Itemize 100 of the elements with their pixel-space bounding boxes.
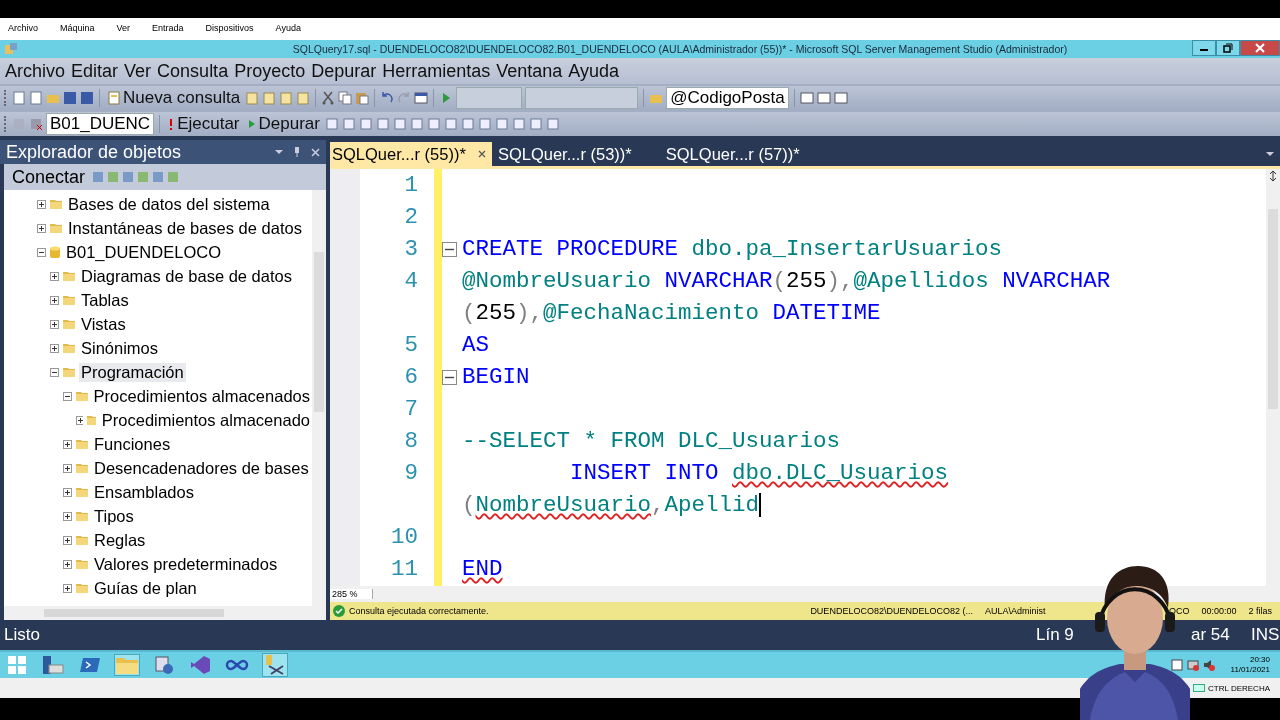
keyboard-icon	[1193, 683, 1206, 693]
tree-item[interactable]: Instantáneas de bases de datos	[66, 218, 304, 238]
window-icon[interactable]	[414, 91, 429, 105]
connect-button[interactable]: Conectar	[12, 166, 86, 188]
zoom-dropdown[interactable]: 285 %	[330, 589, 373, 599]
menu-item[interactable]: Ventana	[496, 60, 563, 82]
pin-icon[interactable]	[293, 146, 301, 158]
close-icon[interactable]	[477, 150, 486, 158]
scrollbar[interactable]	[1266, 169, 1280, 586]
window-icon[interactable]	[799, 91, 814, 105]
menu-item[interactable]: Archivo	[5, 60, 66, 82]
new-query-button[interactable]: Nueva consulta	[105, 88, 243, 108]
collapse-icon[interactable]	[441, 369, 457, 385]
execute-button[interactable]: Ejecutar	[165, 114, 242, 134]
tree-item[interactable]: Vistas	[79, 314, 128, 334]
check-icon	[333, 605, 345, 617]
expander-icon[interactable]	[63, 391, 72, 401]
split-icon[interactable]	[1268, 171, 1278, 181]
line-number: 8	[404, 428, 418, 454]
menu-item[interactable]: Editar	[71, 60, 119, 82]
dropdown-icon[interactable]	[275, 149, 283, 155]
document-tab[interactable]: SQLQuer...r (55))*	[330, 142, 492, 166]
expander-icon[interactable]	[63, 439, 72, 449]
line-indicator: Lín 9	[1036, 625, 1075, 645]
expander-icon[interactable]	[63, 511, 72, 521]
line-number: 9	[404, 460, 418, 486]
minimize-button[interactable]	[1192, 40, 1216, 56]
window-icon[interactable]	[833, 91, 848, 105]
menu-item[interactable]: Ver	[124, 60, 152, 82]
paste-icon[interactable]	[355, 91, 370, 105]
code-line: (NombreUsuario,Apellid	[462, 492, 762, 518]
document-tab[interactable]: SQLQuer...r (53))*	[495, 142, 638, 166]
line-number: 10	[391, 524, 418, 550]
tree-item[interactable]: Guías de plan	[92, 578, 199, 598]
parameter-dropdown[interactable]: @CodigoPosta	[666, 87, 789, 109]
clock-date: 11/01/2021	[1230, 665, 1270, 675]
menu-item[interactable]: Depurar	[311, 60, 377, 82]
tree-item[interactable]: Valores predeterminados	[92, 554, 280, 574]
tree-item[interactable]: B01_DUENDELOCO	[64, 242, 223, 262]
expander-icon[interactable]	[37, 199, 46, 209]
server-icon[interactable]	[41, 655, 65, 675]
expander-icon[interactable]	[63, 487, 72, 497]
play-icon	[246, 117, 257, 131]
network-icon[interactable]	[1186, 659, 1199, 671]
windows-logo-icon[interactable]	[7, 655, 27, 675]
debug-button[interactable]: Depurar	[244, 114, 322, 134]
scrollbar[interactable]	[4, 606, 326, 620]
document-tab[interactable]: SQLQuer...r (57))*	[663, 142, 806, 166]
expander-icon[interactable]	[37, 247, 46, 257]
undo-icon[interactable]	[380, 91, 395, 105]
menu-item[interactable]: Máquina	[60, 23, 95, 33]
menu-item[interactable]: Ayuda	[568, 60, 620, 82]
tree-item[interactable]: Procedimientos almacenados	[91, 386, 312, 406]
menu-item[interactable]: Consulta	[157, 60, 229, 82]
collapse-icon[interactable]	[441, 241, 457, 257]
expander-icon[interactable]	[63, 535, 72, 545]
tree-item[interactable]: Procedimientos almacenado	[99, 410, 312, 430]
menu-item[interactable]: Entrada	[152, 23, 184, 33]
copy-icon[interactable]	[338, 91, 353, 105]
database-dropdown[interactable]: B01_DUENC	[46, 113, 155, 135]
tree-item[interactable]: Ensamblados	[92, 482, 196, 502]
tree-item[interactable]: Sinónimos	[79, 338, 161, 358]
visual-studio-icon[interactable]	[189, 655, 211, 675]
expander-icon[interactable]	[50, 367, 59, 377]
expander-icon[interactable]	[37, 223, 46, 233]
menu-item[interactable]: Dispositivos	[205, 23, 254, 33]
scissors-icon[interactable]	[321, 91, 336, 105]
tray-icon[interactable]	[1170, 659, 1183, 671]
expander-icon[interactable]	[63, 463, 72, 473]
menu-item[interactable]: Herramientas	[382, 60, 491, 82]
tree-item[interactable]: Desencadenadores de bases	[92, 458, 311, 478]
expander-icon[interactable]	[50, 319, 59, 329]
close-button[interactable]	[1240, 40, 1280, 56]
expander-icon[interactable]	[63, 583, 72, 593]
scrollbar[interactable]	[312, 190, 326, 606]
tree-item[interactable]: Tipos	[92, 506, 136, 526]
expander-icon[interactable]	[50, 295, 59, 305]
expander-icon[interactable]	[50, 343, 59, 353]
expander-icon[interactable]	[63, 559, 72, 569]
dropdown-icon[interactable]	[1266, 152, 1274, 157]
disconnect-icon[interactable]	[29, 117, 43, 131]
menu-item[interactable]: Archivo	[8, 23, 38, 33]
code-line: END	[462, 556, 503, 582]
expander-icon[interactable]	[50, 271, 59, 281]
tree-item[interactable]: Reglas	[92, 530, 148, 550]
tree-item[interactable]: Funciones	[92, 434, 173, 454]
tools-icon[interactable]	[263, 654, 287, 676]
window-icon[interactable]	[816, 91, 831, 105]
tree-item[interactable]: Programación	[79, 362, 186, 382]
menu-item[interactable]: Ver	[116, 23, 131, 33]
expander-icon[interactable]	[76, 415, 83, 425]
speaker-icon[interactable]	[1202, 659, 1215, 671]
scrollbar-thumb[interactable]	[44, 609, 224, 617]
menu-item[interactable]: Ayuda	[275, 23, 301, 33]
tree-item[interactable]: Tablas	[79, 290, 131, 310]
terminal-icon[interactable]	[79, 655, 101, 675]
menu-item[interactable]: Proyecto	[234, 60, 306, 82]
tree-item[interactable]: Diagramas de base de datos	[79, 266, 294, 286]
restore-button[interactable]	[1216, 40, 1240, 56]
tree-item[interactable]: Bases de datos del sistema	[66, 194, 272, 214]
